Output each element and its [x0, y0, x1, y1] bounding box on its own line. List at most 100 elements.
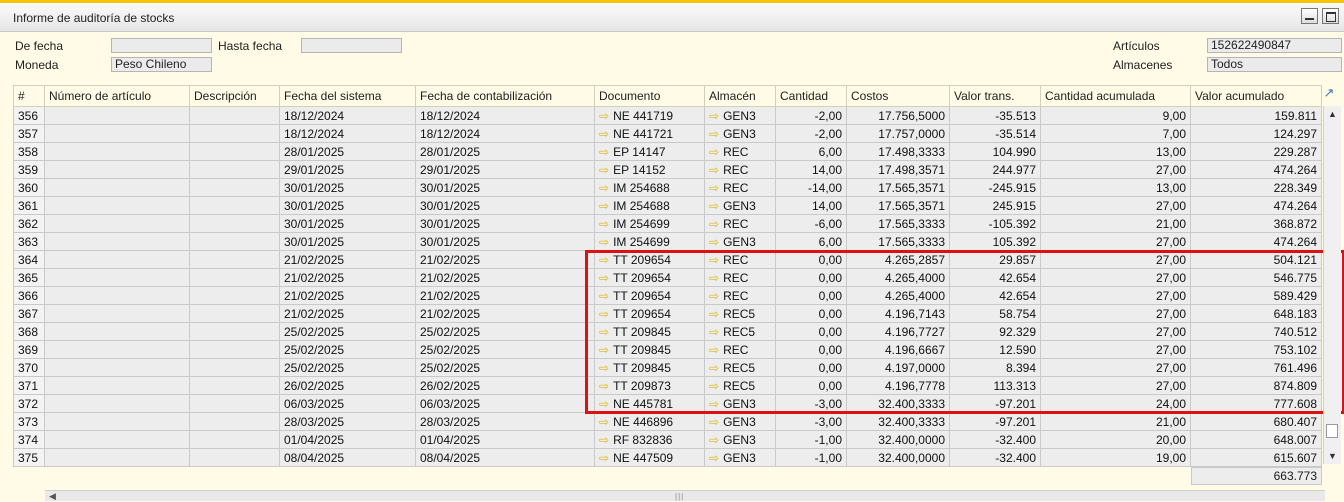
warehouse-cell[interactable]: ⇨ REC [704, 160, 776, 179]
arrow-right-icon[interactable]: ⇨ [709, 289, 719, 303]
arrow-right-icon[interactable]: ⇨ [709, 379, 719, 393]
arrow-right-icon[interactable]: ⇨ [709, 181, 719, 195]
arrow-right-icon[interactable]: ⇨ [599, 379, 609, 393]
table-row[interactable]: 371 26/02/2025 26/02/2025 ⇨ TT 209873 ⇨ REC5 0,… [13, 376, 1322, 395]
horizontal-scrollbar[interactable]: ◀ ||| [45, 490, 1325, 501]
arrow-right-icon[interactable]: ⇨ [709, 325, 719, 339]
arrow-right-icon[interactable]: ⇨ [599, 343, 609, 357]
de-fecha-field[interactable] [111, 38, 212, 53]
column-header[interactable]: Costos [846, 85, 950, 107]
moneda-field[interactable]: Peso Chileno [111, 57, 212, 72]
warehouse-cell[interactable]: ⇨ REC [704, 340, 776, 359]
table-row[interactable]: 368 25/02/2025 25/02/2025 ⇨ TT 209845 ⇨ REC5 0,… [13, 322, 1322, 341]
warehouse-cell[interactable]: ⇨ GEN3 [704, 448, 776, 467]
scroll-down-icon[interactable]: ▼ [1324, 448, 1341, 464]
arrow-right-icon[interactable]: ⇨ [599, 361, 609, 375]
arrow-right-icon[interactable]: ⇨ [709, 199, 719, 213]
table-row[interactable]: 375 08/04/2025 08/04/2025 ⇨ NE 447509 ⇨ GEN3 -1… [13, 448, 1322, 467]
document-cell[interactable]: ⇨ TT 209845 [594, 358, 705, 377]
column-header[interactable]: Cantidad acumulada [1040, 85, 1191, 107]
arrow-right-icon[interactable]: ⇨ [599, 145, 609, 159]
document-cell[interactable]: ⇨ TT 209654 [594, 250, 705, 269]
document-cell[interactable]: ⇨ NE 441719 [594, 106, 705, 125]
document-cell[interactable]: ⇨ IM 254699 [594, 232, 705, 251]
table-row[interactable]: 374 01/04/2025 01/04/2025 ⇨ RF 832836 ⇨ GEN3 -1… [13, 430, 1322, 449]
arrow-right-icon[interactable]: ⇨ [599, 451, 609, 465]
arrow-right-icon[interactable]: ⇨ [599, 325, 609, 339]
warehouse-cell[interactable]: ⇨ GEN3 [704, 394, 776, 413]
warehouse-cell[interactable]: ⇨ REC [704, 286, 776, 305]
document-cell[interactable]: ⇨ TT 209654 [594, 304, 705, 323]
document-cell[interactable]: ⇨ TT 209654 [594, 286, 705, 305]
column-header[interactable]: Cantidad [775, 85, 847, 107]
arrow-right-icon[interactable]: ⇨ [599, 109, 609, 123]
column-header[interactable]: Número de artículo [44, 85, 190, 107]
arrow-right-icon[interactable]: ⇨ [599, 217, 609, 231]
arrow-right-icon[interactable]: ⇨ [599, 307, 609, 321]
column-header[interactable]: Valor trans. [949, 85, 1041, 107]
maximize-button[interactable] [1322, 8, 1339, 24]
warehouse-cell[interactable]: ⇨ GEN3 [704, 232, 776, 251]
document-cell[interactable]: ⇨ RF 832836 [594, 430, 705, 449]
warehouse-cell[interactable]: ⇨ REC [704, 214, 776, 233]
arrow-right-icon[interactable]: ⇨ [709, 235, 719, 249]
warehouse-cell[interactable]: ⇨ GEN3 [704, 124, 776, 143]
table-row[interactable]: 362 30/01/2025 30/01/2025 ⇨ IM 254699 ⇨ REC -6,… [13, 214, 1322, 233]
document-cell[interactable]: ⇨ TT 209845 [594, 322, 705, 341]
arrow-right-icon[interactable]: ⇨ [709, 343, 719, 357]
document-cell[interactable]: ⇨ IM 254688 [594, 178, 705, 197]
column-header[interactable]: Fecha de contabilización [415, 85, 595, 107]
table-row[interactable]: 369 25/02/2025 25/02/2025 ⇨ TT 209845 ⇨ REC 0,0… [13, 340, 1322, 359]
articulos-field[interactable]: 152622490847 [1207, 38, 1342, 53]
document-cell[interactable]: ⇨ IM 254699 [594, 214, 705, 233]
table-row[interactable]: 358 28/01/2025 28/01/2025 ⇨ EP 14147 ⇨ REC 6,00… [13, 142, 1322, 161]
column-header[interactable]: Valor acumulado [1190, 85, 1322, 107]
table-row[interactable]: 363 30/01/2025 30/01/2025 ⇨ IM 254699 ⇨ GEN3 6,… [13, 232, 1322, 251]
warehouse-cell[interactable]: ⇨ REC [704, 142, 776, 161]
table-row[interactable]: 364 21/02/2025 21/02/2025 ⇨ TT 209654 ⇨ REC 0,0… [13, 250, 1322, 269]
scroll-up-icon[interactable]: ▲ [1324, 106, 1341, 122]
scroll-left-icon[interactable]: ◀ [49, 491, 56, 502]
document-cell[interactable]: ⇨ TT 209845 [594, 340, 705, 359]
arrow-right-icon[interactable]: ⇨ [709, 361, 719, 375]
column-header[interactable]: Almacén [704, 85, 776, 107]
table-row[interactable]: 365 21/02/2025 21/02/2025 ⇨ TT 209654 ⇨ REC 0,0… [13, 268, 1322, 287]
document-cell[interactable]: ⇨ EP 14152 [594, 160, 705, 179]
arrow-right-icon[interactable]: ⇨ [709, 433, 719, 447]
arrow-right-icon[interactable]: ⇨ [709, 217, 719, 231]
column-header[interactable]: Descripción [189, 85, 280, 107]
hasta-fecha-field[interactable] [301, 38, 402, 53]
table-row[interactable]: 357 18/12/2024 18/12/2024 ⇨ NE 441721 ⇨ GEN3 -2… [13, 124, 1322, 143]
column-header[interactable]: Documento [594, 85, 705, 107]
arrow-right-icon[interactable]: ⇨ [709, 253, 719, 267]
arrow-right-icon[interactable]: ⇨ [599, 163, 609, 177]
document-cell[interactable]: ⇨ NE 447509 [594, 448, 705, 467]
warehouse-cell[interactable]: ⇨ GEN3 [704, 106, 776, 125]
document-cell[interactable]: ⇨ TT 209873 [594, 376, 705, 395]
arrow-right-icon[interactable]: ⇨ [599, 415, 609, 429]
arrow-right-icon[interactable]: ⇨ [709, 145, 719, 159]
table-row[interactable]: 360 30/01/2025 30/01/2025 ⇨ IM 254688 ⇨ REC -14… [13, 178, 1322, 197]
document-cell[interactable]: ⇨ NE 441721 [594, 124, 705, 143]
document-cell[interactable]: ⇨ TT 209654 [594, 268, 705, 287]
warehouse-cell[interactable]: ⇨ REC5 [704, 358, 776, 377]
table-row[interactable]: 356 18/12/2024 18/12/2024 ⇨ NE 441719 ⇨ GEN3 -2… [13, 106, 1322, 125]
document-cell[interactable]: ⇨ EP 14147 [594, 142, 705, 161]
arrow-right-icon[interactable]: ⇨ [709, 397, 719, 411]
arrow-right-icon[interactable]: ⇨ [599, 127, 609, 141]
vertical-scrollbar[interactable]: ▲ ▼ [1323, 106, 1341, 464]
arrow-right-icon[interactable]: ⇨ [599, 271, 609, 285]
arrow-right-icon[interactable]: ⇨ [599, 289, 609, 303]
minimize-button[interactable] [1301, 8, 1318, 24]
scroll-thumb[interactable] [1326, 424, 1338, 438]
arrow-right-icon[interactable]: ⇨ [709, 307, 719, 321]
arrow-right-icon[interactable]: ⇨ [709, 109, 719, 123]
table-row[interactable]: 359 29/01/2025 29/01/2025 ⇨ EP 14152 ⇨ REC 14,0… [13, 160, 1322, 179]
document-cell[interactable]: ⇨ NE 445781 [594, 394, 705, 413]
arrow-right-icon[interactable]: ⇨ [599, 433, 609, 447]
expand-icon[interactable]: ↗ [1322, 86, 1336, 100]
arrow-right-icon[interactable]: ⇨ [599, 397, 609, 411]
warehouse-cell[interactable]: ⇨ GEN3 [704, 412, 776, 431]
arrow-right-icon[interactable]: ⇨ [599, 181, 609, 195]
column-header[interactable]: Fecha del sistema [279, 85, 416, 107]
